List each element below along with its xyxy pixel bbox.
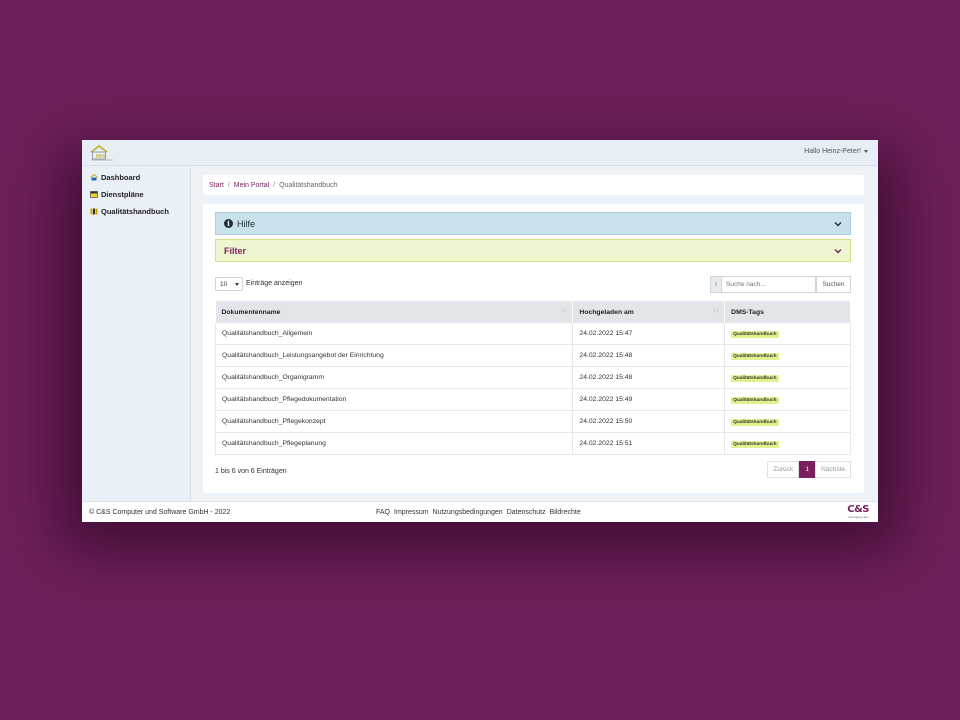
footer-link-impressum[interactable]: Impressum bbox=[394, 509, 429, 516]
chevron-down-icon bbox=[834, 248, 842, 253]
search-button[interactable]: Suchen bbox=[816, 276, 851, 293]
document-name[interactable]: Qualitätshandbuch_Pflegekonzept bbox=[214, 410, 574, 433]
brand-logo[interactable]: C&S managing care bbox=[847, 504, 869, 520]
tag-cell: Qualitätshandbuch bbox=[724, 344, 851, 367]
dms-tag-badge[interactable]: Qualitätshandbuch bbox=[731, 440, 779, 448]
breadcrumb-separator: / bbox=[273, 181, 276, 189]
calendar-icon bbox=[90, 191, 98, 198]
table-row[interactable]: Qualitätshandbuch_Allgemein 24.02.2022 1… bbox=[214, 323, 851, 345]
page-length-select[interactable]: 10 bbox=[215, 277, 243, 291]
dms-tag-badge[interactable]: Qualitätshandbuch bbox=[731, 330, 779, 338]
footer: © C&S Computer und Software GmbH - 2022 … bbox=[82, 501, 878, 522]
copyright-text: © C&S Computer und Software GmbH - 2022 bbox=[89, 509, 231, 516]
page-length-value: 10 bbox=[220, 280, 228, 288]
sidebar-item-label: Dienstpläne bbox=[101, 190, 144, 199]
pagination-page-1[interactable]: 1 bbox=[799, 461, 816, 478]
upload-date: 24.02.2022 15:48 bbox=[572, 344, 726, 367]
tag-cell: Qualitätshandbuch bbox=[724, 366, 851, 389]
tag-cell: Qualitätshandbuch bbox=[724, 323, 851, 345]
document-name[interactable]: Qualitätshandbuch_Organigramm bbox=[214, 366, 574, 389]
document-name[interactable]: Qualitätshandbuch_Leistungsangebot der E… bbox=[214, 344, 574, 367]
table-row[interactable]: Qualitätshandbuch_Pflegeplanung 24.02.20… bbox=[214, 432, 851, 455]
page-length-label: Einträge anzeigen bbox=[246, 280, 303, 287]
sort-icon: ↑↓ bbox=[713, 308, 720, 314]
table-info: 1 bis 6 von 6 Einträgen bbox=[215, 468, 287, 475]
dms-tag-badge[interactable]: Qualitätshandbuch bbox=[731, 374, 779, 382]
brand-tagline: managing care bbox=[848, 515, 869, 519]
logo-icon[interactable]: PDS bbox=[89, 144, 115, 161]
search-input[interactable] bbox=[722, 276, 816, 293]
table-row[interactable]: Qualitätshandbuch_Pflegekonzept 24.02.20… bbox=[214, 410, 851, 433]
footer-link-datenschutz[interactable]: Datenschutz bbox=[507, 509, 546, 516]
pagination-next-button[interactable]: Nächste bbox=[815, 461, 851, 478]
svg-text:PDS: PDS bbox=[96, 154, 105, 159]
chevron-down-icon bbox=[834, 221, 842, 226]
document-name[interactable]: Qualitätshandbuch_Allgemein bbox=[214, 323, 574, 345]
books-icon bbox=[90, 208, 98, 215]
tag-cell: Qualitätshandbuch bbox=[724, 388, 851, 411]
breadcrumb-current: Qualitätshandbuch bbox=[279, 181, 338, 189]
sidebar-item-qualitaetshandbuch[interactable]: Qualitätshandbuch bbox=[82, 203, 190, 220]
user-greeting[interactable]: Hallo Heinz-Peter! bbox=[804, 148, 861, 155]
top-navbar: PDS Hallo Heinz-Peter! bbox=[82, 140, 878, 166]
caret-down-icon bbox=[235, 282, 239, 286]
sidebar-item-dienstplaene[interactable]: Dienstpläne bbox=[82, 186, 190, 203]
breadcrumb-separator: / bbox=[227, 181, 230, 189]
upload-date: 24.02.2022 15:48 bbox=[572, 366, 726, 389]
column-header-label: Hochgeladen am bbox=[579, 308, 634, 316]
hilfe-panel-toggle[interactable]: i Hilfe bbox=[215, 212, 851, 235]
table-row[interactable]: Qualitätshandbuch_Leistungsangebot der E… bbox=[214, 344, 851, 367]
filter-label: Filter bbox=[224, 245, 247, 256]
footer-link-nutzungsbedingungen[interactable]: Nutzungsbedingungen bbox=[433, 509, 503, 516]
sidebar-item-label: Dashboard bbox=[101, 173, 141, 182]
app-window: PDS Hallo Heinz-Peter! Dashboard Dienstp… bbox=[82, 140, 878, 522]
footer-link-faq[interactable]: FAQ bbox=[376, 509, 390, 516]
pagination-prev-button[interactable]: Zurück bbox=[767, 461, 800, 478]
column-header-dokumentenname[interactable]: Dokumentenname ↑↓ bbox=[215, 301, 574, 323]
footer-link-bildrechte[interactable]: Bildrechte bbox=[550, 509, 581, 516]
house-icon bbox=[90, 174, 98, 181]
upload-date: 24.02.2022 15:50 bbox=[572, 410, 726, 433]
upload-date: 24.02.2022 15:51 bbox=[572, 432, 726, 455]
table-header-row: Dokumentenname ↑↓ Hochgeladen am ↑↓ DMS-… bbox=[215, 301, 851, 323]
sort-icon: ↑↓ bbox=[561, 308, 568, 314]
column-header-label: Dokumentenname bbox=[221, 308, 281, 316]
document-name[interactable]: Qualitätshandbuch_Pflegedokumentation bbox=[214, 388, 574, 411]
brand-mark: C&S bbox=[847, 504, 869, 515]
breadcrumb-mein-portal[interactable]: Mein Portal bbox=[234, 182, 269, 189]
tag-cell: Qualitätshandbuch bbox=[724, 410, 851, 433]
filter-panel-toggle[interactable]: Filter bbox=[215, 239, 851, 262]
dms-tag-badge[interactable]: Qualitätshandbuch bbox=[731, 396, 779, 404]
table-row[interactable]: Qualitätshandbuch_Pflegedokumentation 24… bbox=[214, 388, 851, 411]
sidebar-item-dashboard[interactable]: Dashboard bbox=[82, 169, 190, 186]
footer-links: FAQ Impressum Nutzungsbedingungen Datens… bbox=[376, 509, 581, 516]
caret-down-icon bbox=[864, 150, 868, 153]
breadcrumb: Start / Mein Portal / Qualitätshandbuch bbox=[203, 175, 864, 195]
tag-cell: Qualitätshandbuch bbox=[724, 432, 851, 455]
documents-table: Dokumentenname ↑↓ Hochgeladen am ↑↓ DMS-… bbox=[214, 301, 851, 455]
user-menu[interactable]: Hallo Heinz-Peter! bbox=[804, 148, 868, 155]
dms-tag-badge[interactable]: Qualitätshandbuch bbox=[731, 352, 779, 360]
hilfe-label: Hilfe bbox=[237, 218, 256, 229]
main-content: Start / Mein Portal / Qualitätshandbuch … bbox=[191, 166, 878, 501]
column-header-hochgeladen[interactable]: Hochgeladen am ↑↓ bbox=[572, 301, 726, 323]
sidebar-item-label: Qualitätshandbuch bbox=[101, 207, 169, 216]
content-card: i Hilfe Filter 10 Einträge anzeigen i Su… bbox=[203, 204, 864, 493]
dms-tag-badge[interactable]: Qualitätshandbuch bbox=[731, 418, 779, 426]
column-header-label: DMS-Tags bbox=[731, 308, 764, 316]
info-circle-icon: i bbox=[224, 219, 233, 228]
table-row[interactable]: Qualitätshandbuch_Organigramm 24.02.2022… bbox=[214, 366, 851, 389]
table-controls: 10 Einträge anzeigen i Suche n bbox=[215, 276, 851, 294]
column-header-dms-tags: DMS-Tags bbox=[724, 301, 851, 323]
document-name[interactable]: Qualitätshandbuch_Pflegeplanung bbox=[214, 432, 574, 455]
search-info-icon[interactable]: i bbox=[710, 276, 722, 293]
breadcrumb-start[interactable]: Start bbox=[209, 182, 224, 189]
search-group: i Suche n bbox=[710, 276, 851, 293]
upload-date: 24.02.2022 15:47 bbox=[572, 323, 726, 345]
sidebar: Dashboard Dienstpläne Qualitätshandbuch bbox=[82, 166, 191, 501]
upload-date: 24.02.2022 15:49 bbox=[572, 388, 726, 411]
pagination: Zurück 1 Nächste bbox=[767, 461, 851, 478]
